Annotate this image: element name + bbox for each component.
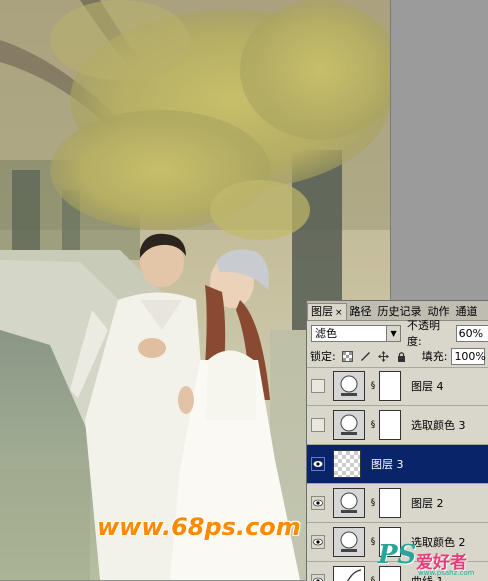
opacity-label: 不透明度:: [407, 319, 441, 348]
link-icon[interactable]: §: [369, 381, 377, 391]
blend-mode-select[interactable]: 滤色 ▼: [311, 324, 402, 342]
lock-transparency-icon[interactable]: [341, 350, 354, 363]
layer-name: 图层 3: [371, 458, 404, 471]
watermark-logo: PS 爱好者 www.psahz.com: [378, 540, 486, 578]
layer-name: 图层 2: [411, 497, 444, 510]
watermark-logo-ps: PS: [378, 540, 417, 570]
layer-row-layer-3[interactable]: 图层 3: [307, 445, 488, 484]
link-icon[interactable]: §: [369, 576, 377, 581]
layer-row-selective-color-3[interactable]: § 选取颜色 3: [307, 406, 488, 445]
fill-input[interactable]: 100%: [451, 347, 486, 365]
fill-label: 填充:: [421, 350, 448, 363]
link-icon[interactable]: §: [369, 498, 377, 508]
move-icon[interactable]: [377, 350, 390, 363]
brush-icon[interactable]: [359, 350, 372, 363]
mask-thumbnail[interactable]: [379, 371, 401, 401]
visibility-toggle[interactable]: [311, 418, 325, 432]
opacity-input[interactable]: 60%: [455, 324, 488, 342]
layer-row-layer-4[interactable]: § 图层 4: [307, 367, 488, 406]
tab-paths-label: 路径: [349, 305, 372, 318]
workspace-background: [390, 0, 488, 300]
tab-channels[interactable]: 通道: [453, 304, 481, 320]
layer-name: 选取颜色 3: [411, 419, 466, 432]
visibility-toggle[interactable]: [311, 379, 325, 393]
layer-thumbnail[interactable]: [333, 450, 361, 478]
layer-name: 图层 4: [411, 380, 444, 393]
link-icon[interactable]: §: [369, 420, 377, 430]
adjustment-thumbnail-icon: [333, 488, 365, 518]
watermark-logo-url: www.psahz.com: [418, 569, 475, 577]
blend-mode-value: 滤色: [315, 326, 337, 340]
lock-label: 锁定:: [310, 350, 336, 363]
tab-layers[interactable]: 图层 ×: [307, 303, 347, 320]
chevron-down-icon[interactable]: ▼: [386, 325, 401, 341]
layer-row-layer-2[interactable]: § 图层 2: [307, 484, 488, 523]
adjustment-thumbnail-icon: [333, 410, 365, 440]
tab-channels-label: 通道: [455, 305, 478, 318]
link-icon[interactable]: §: [369, 537, 377, 547]
layers-panel: 图层 × 路径 历史记录 动作 通道 滤色 ▼ 不透明度: 60% 锁定: 填充:…: [306, 300, 488, 581]
close-icon[interactable]: ×: [335, 308, 343, 318]
mask-thumbnail[interactable]: [379, 410, 401, 440]
adjustment-thumbnail-icon: [333, 371, 365, 401]
panel-tabs: 图层 × 路径 历史记录 动作 通道: [307, 301, 488, 321]
lock-row: 锁定: 填充: 100%: [307, 345, 488, 368]
eye-icon[interactable]: [311, 457, 325, 471]
tab-layers-label: 图层: [311, 305, 333, 318]
curves-thumbnail-icon: [333, 566, 365, 581]
lock-icon[interactable]: [395, 350, 408, 363]
tab-paths[interactable]: 路径: [347, 304, 375, 320]
eye-icon[interactable]: [311, 535, 325, 549]
adjustment-thumbnail-icon: [333, 527, 365, 557]
eye-icon[interactable]: [311, 496, 325, 510]
blend-row: 滤色 ▼ 不透明度: 60%: [307, 319, 488, 348]
mask-thumbnail[interactable]: [379, 488, 401, 518]
watermark-url: www.68ps.com: [97, 513, 301, 541]
